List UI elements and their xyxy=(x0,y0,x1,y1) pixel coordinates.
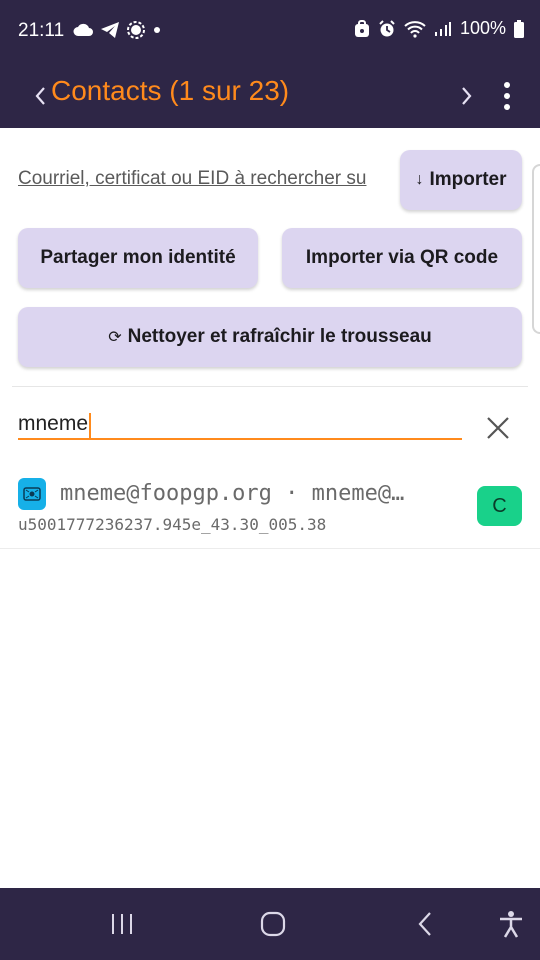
refresh-icon: ⟳ xyxy=(108,329,122,346)
chevron-right-icon[interactable] xyxy=(455,76,479,116)
contact-avatar-icon xyxy=(18,478,46,510)
home-icon[interactable] xyxy=(256,906,290,942)
contact-emails: mneme@foopgp.org · mneme@… xyxy=(60,481,405,506)
alarm-icon xyxy=(378,19,396,38)
wifi-icon xyxy=(404,20,426,38)
system-nav-bar xyxy=(0,888,540,960)
import-qr-button[interactable]: Importer via QR code xyxy=(282,228,522,288)
menu-dot xyxy=(504,93,510,99)
more-vert-icon[interactable] xyxy=(494,74,520,118)
status-left-icons xyxy=(72,20,162,40)
download-icon: ↓ xyxy=(415,171,424,188)
contact-identifier: u5001777236237.945e_43.30_005.38 xyxy=(18,515,327,534)
import-button[interactable]: ↓ Importer xyxy=(400,150,522,210)
search-input-value: mneme xyxy=(18,412,89,435)
text-caret xyxy=(89,412,92,439)
clean-refresh-label: Nettoyer et rafraîchir le trousseau xyxy=(127,326,432,347)
telegram-icon xyxy=(100,21,120,39)
search-input[interactable]: mneme xyxy=(18,410,462,440)
page-title: Contacts (1 sur 23) xyxy=(51,75,290,106)
import-qr-label: Importer via QR code xyxy=(305,247,499,268)
share-identity-button[interactable]: Partager mon identité xyxy=(18,228,258,288)
cloud-icon xyxy=(72,23,94,37)
divider xyxy=(12,386,528,387)
signal-app-icon xyxy=(126,20,146,40)
screen: 21:11 100% Contacts (1 sur 23) Courriel,… xyxy=(0,0,540,960)
import-label: Importer xyxy=(429,169,507,190)
status-badge[interactable]: C xyxy=(477,486,522,526)
menu-dot xyxy=(504,104,510,110)
close-icon[interactable] xyxy=(484,414,512,442)
battery-icon xyxy=(514,19,524,38)
list-item[interactable]: mneme@foopgp.org · mneme@… u500177723623… xyxy=(0,463,540,549)
accessibility-icon[interactable] xyxy=(496,906,526,942)
battery-percent: 100% xyxy=(459,18,506,38)
status-time: 21:11 xyxy=(18,20,65,41)
side-panel-edge xyxy=(532,164,540,334)
chevron-left-icon[interactable] xyxy=(28,76,52,116)
app-bar: Contacts (1 sur 23) xyxy=(0,62,540,128)
search-query-link[interactable]: Courriel, certificat ou EID à rechercher… xyxy=(18,168,388,190)
status-bar: 21:11 100% xyxy=(0,0,540,62)
share-identity-label: Partager mon identité xyxy=(40,247,236,268)
clean-refresh-button[interactable]: ⟳ Nettoyer et rafraîchir le trousseau xyxy=(18,307,522,367)
status-right-icons: 100% xyxy=(354,18,524,39)
recents-icon[interactable] xyxy=(106,906,138,942)
dot-icon xyxy=(152,25,162,35)
cell-signal-icon xyxy=(434,21,452,37)
back-icon[interactable] xyxy=(412,906,438,942)
main-content: Courriel, certificat ou EID à rechercher… xyxy=(0,128,540,888)
top-bar: 21:11 100% Contacts (1 sur 23) xyxy=(0,0,540,128)
menu-dot xyxy=(504,82,510,88)
vpn-icon xyxy=(354,19,370,38)
